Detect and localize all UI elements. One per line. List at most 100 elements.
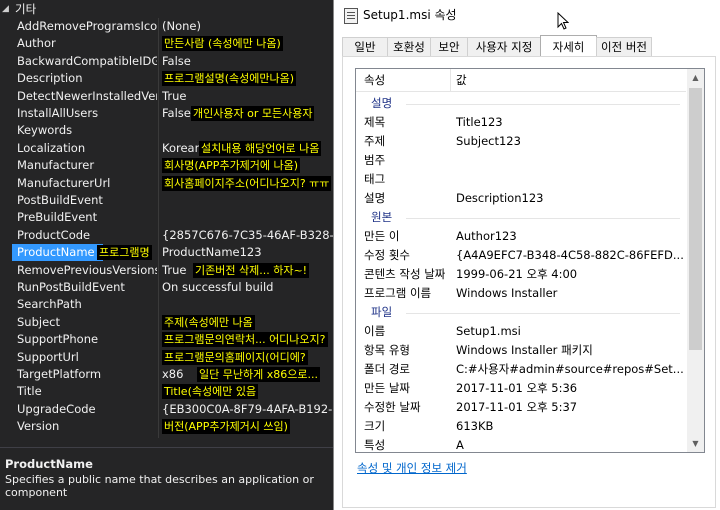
description-title: ProductName xyxy=(5,457,93,471)
annotation-label: 프로그램명 xyxy=(97,245,152,261)
scroll-down-icon[interactable]: ▼ xyxy=(687,435,704,452)
property-name: SupportPhone xyxy=(17,332,99,347)
property-row[interactable]: RunPostBuildEvent On successful build xyxy=(0,279,333,296)
detail-value: Subject123 xyxy=(456,134,521,148)
detail-row[interactable]: 수정 횟수 {A4A9EFC7-B348-4C58-882C-86FEFD... xyxy=(356,246,686,265)
property-row[interactable]: PreBuildEvent xyxy=(0,209,333,226)
detail-value: 2017-11-01 오후 5:37 xyxy=(456,400,578,414)
detail-key: 크기 xyxy=(364,419,386,433)
details-list[interactable]: 속성 값 설명 제목 Title123 주제 Subject123 범주태그 설명 Descr… xyxy=(355,68,705,453)
properties-dialog: Setup1.msi 속성 일반 호환성 보안 사용자 지정 자세히 이전 버전 속성 값… xyxy=(333,0,720,510)
property-name: ProductName xyxy=(12,244,103,262)
property-name: Version xyxy=(17,419,60,434)
detail-row[interactable]: 수정한 날짜 2017-11-01 오후 5:37 xyxy=(356,398,686,417)
detail-row[interactable]: 제목 Title123 xyxy=(356,113,686,132)
detail-value: Author123 xyxy=(456,229,517,243)
detail-value: Setup1.msi xyxy=(456,324,521,338)
property-name: BackwardCompatibleIDGenerator xyxy=(17,53,157,68)
detail-row[interactable]: 태그 xyxy=(356,170,686,189)
property-name: RemovePreviousVersions xyxy=(17,262,157,277)
property-row[interactable]: ProductName ProductName123 xyxy=(0,244,333,262)
property-row[interactable]: BackwardCompatibleIDGenerator False xyxy=(0,53,333,70)
detail-value: 2017-11-01 오후 5:36 xyxy=(456,381,578,395)
property-name: ManufacturerUrl xyxy=(17,175,111,190)
property-value[interactable]: ProductName123 xyxy=(162,244,333,261)
property-value[interactable]: (None) xyxy=(162,18,333,35)
property-row[interactable]: ProductCode {2857C676-7C35-46AF-B328-31 xyxy=(0,227,333,244)
scroll-thumb[interactable] xyxy=(689,88,702,350)
detail-key: 만든 이 xyxy=(364,229,400,243)
header-divider xyxy=(356,91,686,92)
tab-5[interactable]: 이전 버전 xyxy=(596,37,652,57)
category-label: 기타 xyxy=(15,2,37,16)
annotation-label: 주제(속성에만 나옴 xyxy=(162,314,255,330)
column-header-value[interactable]: 값 xyxy=(456,71,684,90)
tab-4[interactable]: 자세히 xyxy=(540,35,597,58)
list-header: 속성 값 xyxy=(356,71,686,90)
detail-row[interactable]: 특성 A xyxy=(356,436,686,452)
detail-key: 폴더 경로 xyxy=(364,362,410,376)
detail-value: 613KB xyxy=(456,419,494,433)
annotation-label: 기존버전 삭제... 하자~! xyxy=(193,262,310,278)
property-name: SearchPath xyxy=(17,297,82,312)
properties-grid: ◢ 기타 AddRemoveProgramsIcon (None) Author Ba… xyxy=(0,0,333,510)
detail-key: 만든 날짜 xyxy=(364,381,410,395)
detail-row[interactable]: 폴더 경로 C:#사용자#admin#source#repos#Set... xyxy=(356,360,686,379)
property-value[interactable]: On successful build xyxy=(162,279,333,296)
property-value[interactable]: True xyxy=(162,88,333,105)
property-row[interactable]: PostBuildEvent xyxy=(0,192,333,209)
property-value[interactable]: {2857C676-7C35-46AF-B328-31 xyxy=(162,227,333,244)
tab-2[interactable]: 보안 xyxy=(430,37,468,57)
column-header-property[interactable]: 속성 xyxy=(364,71,385,90)
section-header: 설명 xyxy=(356,94,686,113)
detail-value: 1999-06-21 오후 4:00 xyxy=(456,267,578,281)
detail-row[interactable]: 이름 Setup1.msi xyxy=(356,322,686,341)
property-row[interactable]: DetectNewerInstalledVersion True xyxy=(0,88,333,105)
annotation-label: 회사명(APP추가제거에 나옴) xyxy=(162,158,301,174)
detail-row[interactable]: 크기 613KB xyxy=(356,417,686,436)
property-row[interactable]: SearchPath xyxy=(0,296,333,313)
property-name: Author xyxy=(17,36,56,51)
detail-row[interactable]: 설명 Description123 xyxy=(356,189,686,208)
property-row[interactable]: AddRemoveProgramsIcon (None) xyxy=(0,18,333,35)
tab-3[interactable]: 사용자 지정 xyxy=(467,37,541,57)
property-name: Subject xyxy=(17,314,60,329)
detail-row[interactable]: 콘텐츠 작성 날짜 1999-06-21 오후 4:00 xyxy=(356,265,686,284)
section-header: 파일 xyxy=(356,303,686,322)
detail-key: 이름 xyxy=(364,324,386,338)
details-panel: 속성 값 설명 제목 Title123 주제 Subject123 범주태그 설명 Descr… xyxy=(342,56,716,508)
section-title: 원본 xyxy=(371,208,397,227)
property-name: RunPostBuildEvent xyxy=(17,280,125,294)
property-name: ProductCode xyxy=(17,227,91,242)
detail-row[interactable]: 주제 Subject123 xyxy=(356,132,686,151)
dialog-title: Setup1.msi 속성 xyxy=(363,8,457,22)
section-title: 파일 xyxy=(371,303,397,322)
tab-0[interactable]: 일반 xyxy=(342,37,388,57)
property-value[interactable]: {EB300C0A-8F79-4AFA-B192-3C xyxy=(162,401,333,418)
mouse-cursor-icon xyxy=(557,12,569,30)
detail-row[interactable]: 항목 유형 Windows Installer 패키지 xyxy=(356,341,686,360)
detail-row[interactable]: 범주 xyxy=(356,151,686,170)
detail-value: Description123 xyxy=(456,191,544,205)
property-name: UpgradeCode xyxy=(17,401,96,416)
tab-1[interactable]: 호환성 xyxy=(387,37,431,57)
property-row[interactable]: UpgradeCode {EB300C0A-8F79-4AFA-B192-3C xyxy=(0,401,333,418)
description-pane: ProductName Specifies a public name that… xyxy=(0,447,333,510)
annotation-label: 만든사람 (속성에만 나옴) xyxy=(162,36,283,52)
category-header[interactable]: ◢ 기타 xyxy=(0,1,333,18)
remove-properties-link[interactable]: 속성 및 개인 정보 제거 xyxy=(357,460,467,476)
section-divider xyxy=(406,104,680,105)
collapse-arrow-icon[interactable]: ◢ xyxy=(2,1,9,18)
property-value[interactable]: False xyxy=(162,53,333,70)
scroll-up-icon[interactable]: ▲ xyxy=(687,69,704,86)
detail-row[interactable]: 만든 이 Author123 xyxy=(356,227,686,246)
annotation-label: 일단 무난하게 x86으로... xyxy=(197,367,320,382)
detail-row[interactable]: 만든 날짜 2017-11-01 오후 5:36 xyxy=(356,379,686,398)
detail-row[interactable]: 프로그램 이름 Windows Installer xyxy=(356,284,686,303)
vertical-scrollbar[interactable]: ▲ ▼ xyxy=(687,69,704,452)
property-name: Localization xyxy=(17,140,86,155)
detail-value: Windows Installer 패키지 xyxy=(456,343,593,357)
annotation-label: Title(속성에만 있음 xyxy=(162,384,259,400)
detail-key: 범주 xyxy=(364,153,386,167)
property-row[interactable]: Keywords xyxy=(0,122,333,139)
